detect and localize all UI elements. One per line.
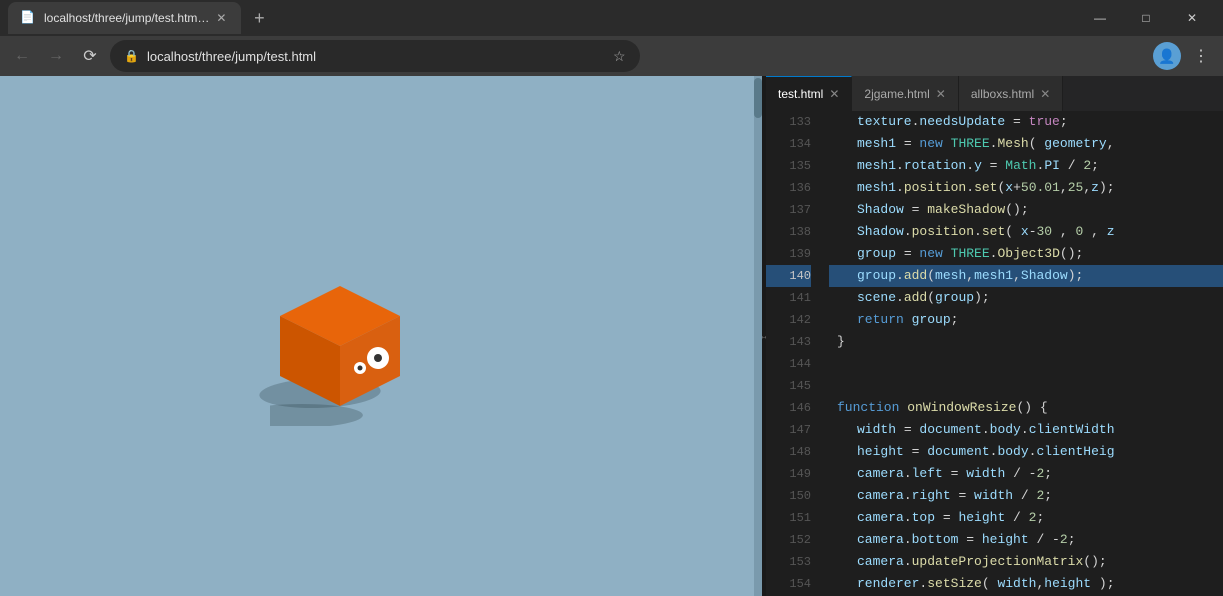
new-tab-button[interactable]: + [245,4,273,32]
code-line-146: function onWindowResize() { [829,397,1223,419]
menu-button[interactable]: ⋮ [1187,42,1215,70]
code-line-154: renderer.setSize( width,height ); [829,573,1223,595]
line-137: 137 [766,199,811,221]
line-136: 136 [766,177,811,199]
editor-tab-2jgame[interactable]: 2jgame.html ✕ [852,76,958,111]
line-147: 147 [766,419,811,441]
editor-tab-test[interactable]: test.html ✕ [766,76,852,111]
browser-tab-active[interactable]: 📄 localhost/three/jump/test.htm… ✕ [8,2,241,34]
bookmark-icon[interactable]: ☆ [613,48,626,65]
line-141: 141 [766,287,811,309]
line-149: 149 [766,463,811,485]
minimize-button[interactable]: — [1077,0,1123,36]
3d-scene [0,76,762,596]
editor-tab-allboxs[interactable]: allboxs.html ✕ [959,76,1063,111]
editor-tab-2jgame-close[interactable]: ✕ [936,87,946,101]
tab-favicon: 📄 [20,10,36,26]
url-bar[interactable]: 🔒 localhost/three/jump/test.html ☆ [110,40,640,72]
code-editor: test.html ✕ 2jgame.html ✕ allboxs.html ✕… [766,76,1223,596]
line-142: 142 [766,309,811,331]
window-controls: — □ ✕ [1077,0,1215,36]
code-line-143: } [829,331,1223,353]
code-line-135: mesh1.rotation.y = Math.PI / 2; [829,155,1223,177]
code-line-152: camera.bottom = height / -2; [829,529,1223,551]
line-143: 143 [766,331,811,353]
tab-close-button[interactable]: ✕ [213,10,229,26]
maximize-button[interactable]: □ [1123,0,1169,36]
code-line-145 [829,375,1223,397]
code-line-134: mesh1 = new THREE.Mesh( geometry, [829,133,1223,155]
line-150: 150 [766,485,811,507]
line-133: 133 [766,111,811,133]
address-bar: ← → ⟳ 🔒 localhost/three/jump/test.html ☆… [0,36,1223,76]
line-153: 153 [766,551,811,573]
editor-tab-close[interactable]: ✕ [829,87,839,101]
code-content[interactable]: texture.needsUpdate = true; mesh1 = new … [821,111,1223,596]
back-button[interactable]: ← [8,42,36,70]
code-line-141: scene.add(group); [829,287,1223,309]
main-content: ↔ test.html ✕ 2jgame.html ✕ allboxs.html… [0,76,1223,596]
editor-tab-2jgame-label: 2jgame.html [864,87,929,101]
isometric-box-svg [270,286,440,426]
line-152: 152 [766,529,811,551]
code-line-133: texture.needsUpdate = true; [829,111,1223,133]
tab-title: localhost/three/jump/test.htm… [44,11,209,25]
line-numbers: 133 134 135 136 137 138 139 140 141 142 … [766,111,821,596]
iso-box [270,286,400,386]
scrollbar-thumb[interactable] [754,78,762,118]
line-151: 151 [766,507,811,529]
editor-content: 133 134 135 136 137 138 139 140 141 142 … [766,111,1223,596]
code-line-136: mesh1.position.set(x+50.01,25,z); [829,177,1223,199]
editor-tab-allboxs-label: allboxs.html [971,87,1034,101]
line-146: 146 [766,397,811,419]
code-line-148: height = document.body.clientHeig [829,441,1223,463]
code-line-140: group.add(mesh,mesh1,Shadow); [829,265,1223,287]
code-line-153: camera.updateProjectionMatrix(); [829,551,1223,573]
lock-icon: 🔒 [124,49,139,63]
3d-box-container [270,286,400,386]
code-line-151: camera.top = height / 2; [829,507,1223,529]
code-line-138: Shadow.position.set( x-30 , 0 , z [829,221,1223,243]
close-button[interactable]: ✕ [1169,0,1215,36]
editor-tab-test-label: test.html [778,87,823,101]
refresh-button[interactable]: ⟳ [76,42,104,70]
code-line-150: camera.right = width / 2; [829,485,1223,507]
line-138: 138 [766,221,811,243]
viewport-scrollbar[interactable] [754,76,762,596]
line-145: 145 [766,375,811,397]
line-154: 154 [766,573,811,595]
url-text: localhost/three/jump/test.html [147,49,605,64]
editor-tab-bar: test.html ✕ 2jgame.html ✕ allboxs.html ✕ [766,76,1223,111]
code-line-139: group = new THREE.Object3D(); [829,243,1223,265]
line-139: 139 [766,243,811,265]
line-148: 148 [766,441,811,463]
browser-chrome: 📄 localhost/three/jump/test.htm… ✕ + — □… [0,0,1223,76]
profile-button[interactable]: 👤 [1153,42,1181,70]
code-line-142: return group; [829,309,1223,331]
code-line-137: Shadow = makeShadow(); [829,199,1223,221]
code-line-149: camera.left = width / -2; [829,463,1223,485]
code-line-144 [829,353,1223,375]
code-line-147: width = document.body.clientWidth [829,419,1223,441]
editor-tab-allboxs-close[interactable]: ✕ [1040,87,1050,101]
line-144: 144 [766,353,811,375]
line-134: 134 [766,133,811,155]
line-135: 135 [766,155,811,177]
line-140: 140 [766,265,811,287]
tab-bar: 📄 localhost/three/jump/test.htm… ✕ + — □… [0,0,1223,36]
forward-button[interactable]: → [42,42,70,70]
browser-viewport [0,76,762,596]
